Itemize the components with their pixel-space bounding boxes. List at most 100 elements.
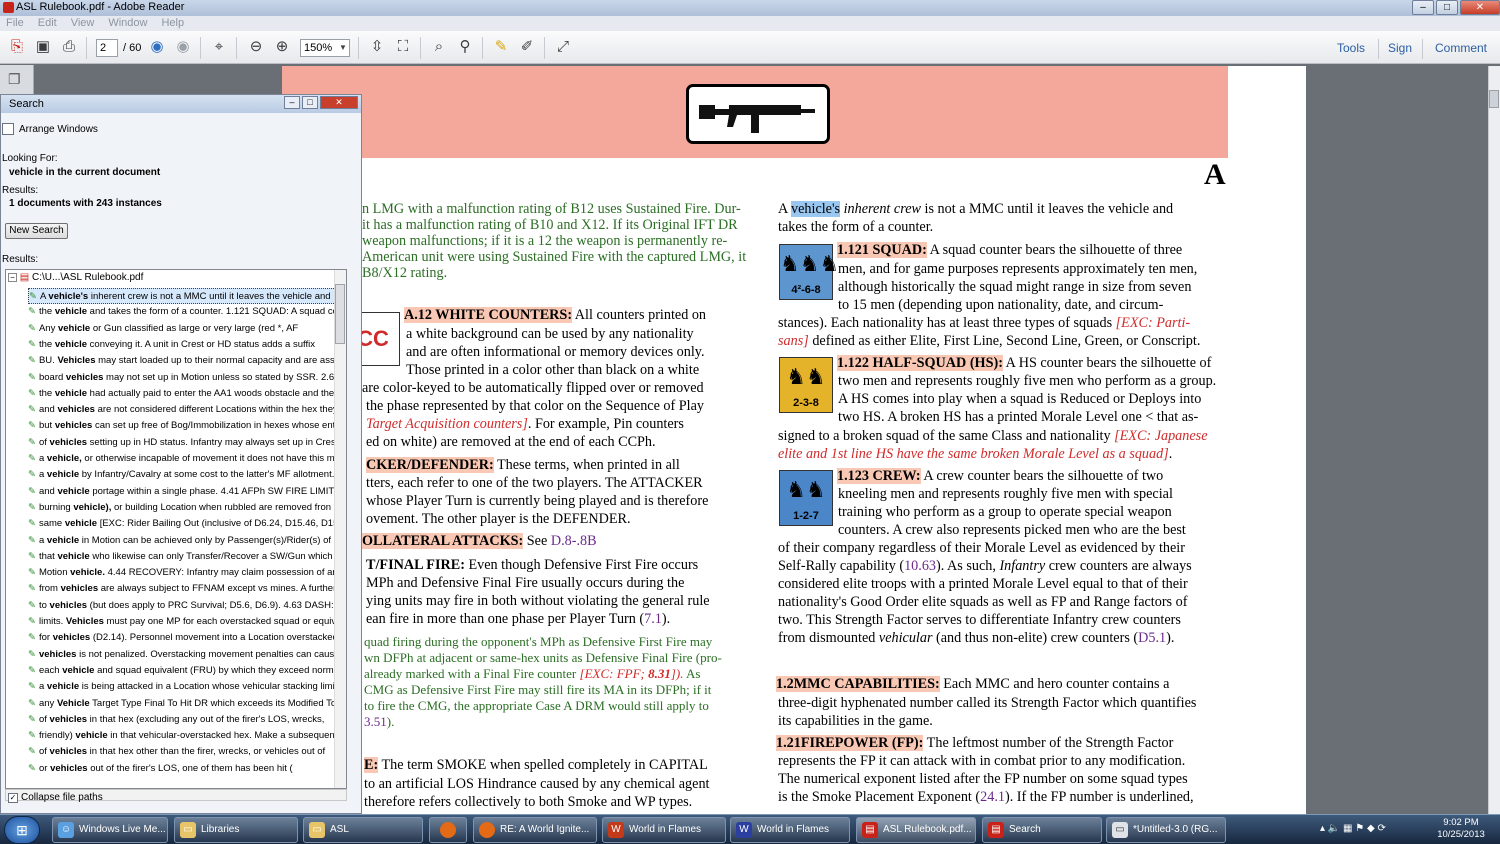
rule-reference-link[interactable]: D.8-.8B: [551, 533, 597, 549]
taskbar-item[interactable]: W World in Flames: [602, 817, 726, 843]
search-match-highlight[interactable]: vehicle's: [791, 201, 841, 217]
search-result-row[interactable]: ✎ any Vehicle Target Type Final To Hit DR…: [28, 696, 338, 712]
search-result-row[interactable]: ✎ of vehicles in that hex (excluding any …: [28, 712, 338, 728]
menu-edit[interactable]: Edit: [38, 16, 57, 31]
fit-page-icon[interactable]: ⛶: [392, 37, 414, 57]
taskbar-item[interactable]: ▤ Search: [982, 817, 1102, 843]
print-icon[interactable]: ⎙: [58, 37, 80, 57]
volume-icon[interactable]: 🔈: [1328, 823, 1340, 834]
search-result-row[interactable]: ✎ Motion vehicle. 4.44 RECOVERY: Infantry…: [28, 565, 338, 581]
show-hidden-icons[interactable]: ▴: [1320, 823, 1325, 834]
result-context: or: [38, 762, 51, 774]
results-scrollbar-thumb[interactable]: [335, 284, 345, 344]
search-result-row[interactable]: ✎ that vehicle who likewise can only Tran…: [28, 549, 338, 565]
arrange-windows-checkbox[interactable]: [2, 123, 14, 135]
page-number-input[interactable]: 2: [96, 39, 118, 57]
document-scrollbar[interactable]: [1488, 66, 1500, 814]
search-result-row[interactable]: ✎ from vehicles are always subject to FFN…: [28, 581, 338, 597]
close-button[interactable]: ✕: [1460, 0, 1500, 15]
create-pdf-icon[interactable]: ⎘: [6, 37, 28, 57]
save-icon[interactable]: ▣: [32, 37, 54, 57]
search-result-row[interactable]: ✎ a vehicle in Motion can be achieved onl…: [28, 533, 338, 549]
search-result-row[interactable]: ✎ the vehicle conveying it. A unit in Cre…: [28, 337, 338, 353]
rule-reference-link[interactable]: 24.1: [980, 789, 1005, 805]
comment-link[interactable]: Comment: [1435, 41, 1487, 55]
document-scrollbar-thumb[interactable]: [1489, 90, 1499, 108]
taskbar-item[interactable]: W World in Flames: [730, 817, 850, 843]
search-result-row[interactable]: ✎ of vehicles in that hex other than the …: [28, 744, 338, 760]
search-result-row[interactable]: ✎ the vehicle had actually paid to enter …: [28, 386, 338, 402]
taskbar-item[interactable]: RE: A World Ignite...: [473, 817, 597, 843]
rule-reference-link[interactable]: 7.1: [644, 611, 662, 627]
search-result-row[interactable]: ✎ Any vehicle or Gun classified as large …: [28, 321, 338, 337]
search-result-row[interactable]: ✎ a vehicle is being attacked in a Locati…: [28, 679, 338, 695]
search-result-row[interactable]: ✎ A vehicle's inherent crew is not a MMC …: [28, 288, 338, 304]
tools-link[interactable]: Tools: [1337, 41, 1365, 55]
highlight-icon[interactable]: ✐: [516, 37, 538, 57]
search-minimize-button[interactable]: –: [284, 96, 300, 109]
taskbar-item[interactable]: [429, 817, 467, 843]
collapse-file-paths-checkbox[interactable]: ✓: [8, 793, 18, 803]
search-result-row[interactable]: ✎ for vehicles (D2.14). Personnel movemen…: [28, 630, 338, 646]
search-result-row[interactable]: ✎ burning vehicle), or building Location …: [28, 500, 338, 516]
search-result-row[interactable]: ✎ a vehicle, or otherwise incapable of mo…: [28, 451, 338, 467]
advanced-search-icon[interactable]: ⚲: [454, 37, 476, 57]
zoom-out-icon[interactable]: ⊖: [245, 37, 267, 57]
search-maximize-button[interactable]: □: [302, 96, 318, 109]
search-result-row[interactable]: ✎ same vehicle [EXC: Rider Bailing Out (i…: [28, 516, 338, 532]
dropbox-icon[interactable]: ◆: [1367, 823, 1375, 834]
search-result-row[interactable]: ✎ the vehicle and takes the form of a cou…: [28, 304, 338, 320]
taskbar-item[interactable]: ☺ Windows Live Me...: [52, 817, 168, 843]
result-context: any: [38, 697, 57, 709]
collapse-icon[interactable]: −: [8, 273, 17, 282]
search-result-row[interactable]: ✎ or vehicles out of the firer's LOS, one…: [28, 761, 338, 777]
taskbar-item[interactable]: ▭ *Untitled-3.0 (RG...: [1106, 817, 1226, 843]
sticky-note-icon[interactable]: ✎: [490, 37, 512, 57]
search-result-row[interactable]: ✎ board vehicles may not set up in Motion…: [28, 370, 338, 386]
results-tree-root[interactable]: − ▤ C:\U...\ASL Rulebook.pdf: [8, 272, 143, 283]
network-icon[interactable]: ▦: [1343, 823, 1352, 834]
menu-file[interactable]: File: [6, 16, 24, 31]
taskbar-item[interactable]: ▭ Libraries: [174, 817, 298, 843]
menu-view[interactable]: View: [71, 16, 95, 31]
previous-page-icon[interactable]: ◉: [146, 37, 168, 57]
update-icon[interactable]: ⟳: [1378, 823, 1386, 834]
rule-reference-link[interactable]: 10.63: [904, 558, 936, 574]
page-thumbnails-icon[interactable]: ❐: [8, 71, 22, 87]
start-button[interactable]: ⊞: [4, 816, 40, 844]
search-result-row[interactable]: ✎ of vehicles setting up in HD status. In…: [28, 435, 338, 451]
search-result-row[interactable]: ✎ and vehicles are not considered differe…: [28, 402, 338, 418]
taskbar-item[interactable]: ▭ ASL: [303, 817, 423, 843]
search-result-row[interactable]: ✎ but vehicles can set up free of Bog/Imm…: [28, 418, 338, 434]
search-result-row[interactable]: ✎ to vehicles (but does apply to PRC Surv…: [28, 598, 338, 614]
system-clock[interactable]: 9:02 PM 10/25/2013: [1436, 817, 1486, 841]
maximize-button[interactable]: □: [1436, 0, 1458, 15]
search-result-row[interactable]: ✎ and vehicle portage within a single pha…: [28, 484, 338, 500]
rule-reference-link[interactable]: D5.1: [1138, 630, 1166, 646]
text-run: The leftmost number of the Strength Fact…: [923, 735, 1174, 751]
zoom-dropdown-icon[interactable]: ▼: [337, 40, 349, 56]
next-page-icon[interactable]: ◉: [172, 37, 194, 57]
minimize-button[interactable]: –: [1412, 0, 1434, 15]
fit-width-icon[interactable]: ⇳: [366, 37, 388, 57]
select-tool-icon[interactable]: ⌖: [208, 37, 230, 57]
search-result-row[interactable]: ✎ BU. Vehicles may start loaded up to the…: [28, 353, 338, 369]
search-result-row[interactable]: ✎ vehicles is not penalized. Overstacking…: [28, 647, 338, 663]
full-screen-icon[interactable]: ⤢: [552, 37, 574, 57]
search-result-row[interactable]: ✎ a vehicle by Infantry/Cavalry at some c…: [28, 467, 338, 483]
flag-icon[interactable]: ⚑: [1355, 823, 1364, 834]
result-context: to: [38, 599, 50, 611]
new-search-button[interactable]: New Search: [5, 223, 68, 239]
menu-window[interactable]: Window: [108, 16, 147, 31]
rule-reference-link[interactable]: 3.51: [364, 714, 387, 729]
search-result-row[interactable]: ✎ limits. Vehicles must pay one MP for ea…: [28, 614, 338, 630]
find-icon[interactable]: ⌕: [428, 37, 450, 57]
menu-help[interactable]: Help: [161, 16, 184, 31]
zoom-in-icon[interactable]: ⊕: [271, 37, 293, 57]
search-result-row[interactable]: ✎ each vehicle and squad equivalent (FRU)…: [28, 663, 338, 679]
search-close-button[interactable]: ✕: [320, 96, 358, 109]
taskbar-item[interactable]: ▤ ASL Rulebook.pdf...: [856, 817, 976, 843]
search-result-row[interactable]: ✎ friendly) vehicle in that vehicular-ove…: [28, 728, 338, 744]
results-scrollbar[interactable]: [334, 270, 346, 788]
sign-link[interactable]: Sign: [1388, 41, 1412, 55]
